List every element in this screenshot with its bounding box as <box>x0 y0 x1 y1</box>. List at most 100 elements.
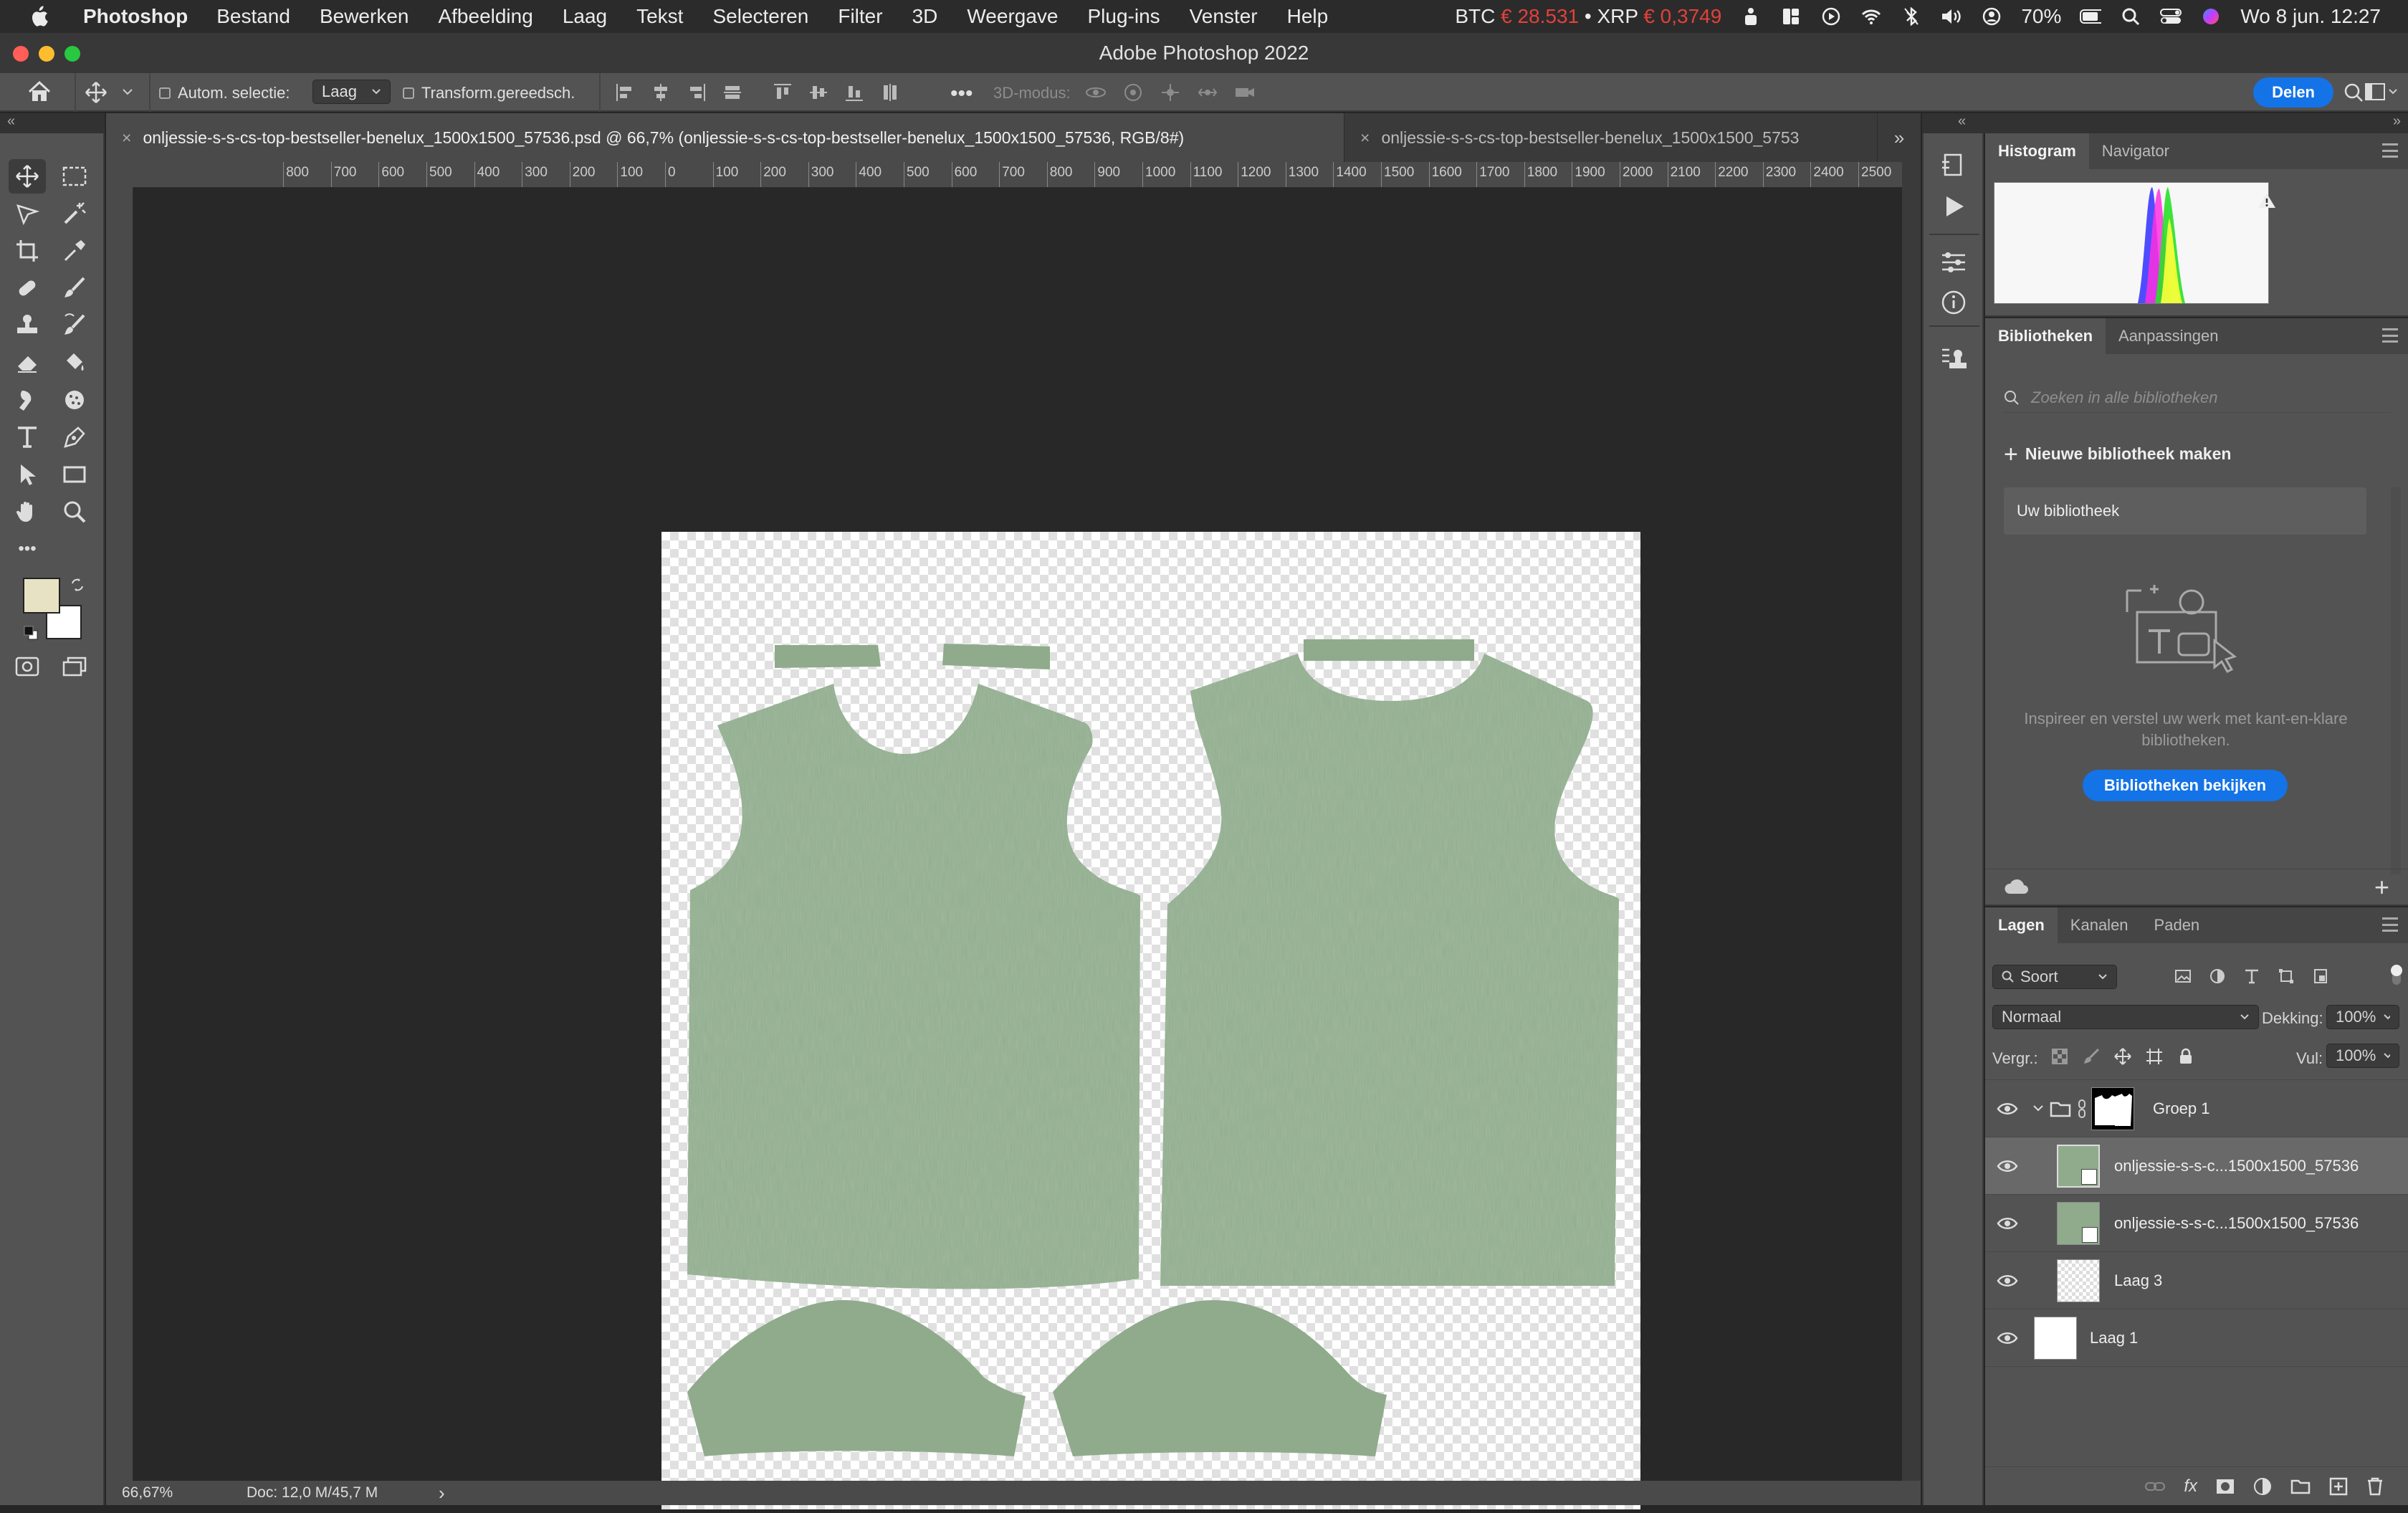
new-library-button[interactable]: + Nieuwe bibliotheek maken <box>2004 442 2231 467</box>
type-filter-icon[interactable] <box>2243 968 2260 985</box>
new-group-icon[interactable] <box>2290 1479 2311 1494</box>
crop-tool[interactable] <box>9 234 46 268</box>
more-options-icon[interactable]: ••• <box>950 82 973 106</box>
menu-item-help[interactable]: Help <box>1287 5 1329 28</box>
layer-row-group[interactable]: Groep 1 <box>1985 1080 2408 1137</box>
panel-collapse-strip[interactable]: «» <box>1922 113 2408 133</box>
visibility-eye-icon[interactable] <box>1997 1330 2018 1347</box>
cache-warning-icon[interactable] <box>2258 192 2276 213</box>
crypto-ticker[interactable]: BTC € 28.531 • XRP € 0,3749 <box>1455 5 1721 28</box>
layer-row-selected[interactable]: onljessie-s-s-c...1500x1500_57536 <box>1985 1137 2408 1195</box>
siri-icon[interactable] <box>2200 6 2222 27</box>
zoom-tool[interactable] <box>56 495 93 529</box>
layer-thumbnail[interactable] <box>2057 1259 2100 1302</box>
lock-all-icon[interactable] <box>2177 1048 2194 1065</box>
distribute-horizontal-icon[interactable] <box>880 82 900 102</box>
rectangle-tool[interactable] <box>56 457 93 492</box>
clone-source-panel-icon[interactable] <box>1939 345 1968 378</box>
auto-select-dropdown[interactable]: Laag <box>312 80 391 104</box>
screen-mode-icon[interactable] <box>56 649 93 684</box>
lock-artboard-icon[interactable] <box>2146 1048 2163 1065</box>
lock-image-pixels-icon[interactable] <box>2083 1048 2100 1065</box>
layer-style-fx-icon[interactable]: fx <box>2184 1476 2197 1497</box>
default-colors-icon[interactable] <box>23 625 39 644</box>
apple-icon[interactable] <box>29 5 54 28</box>
ruler-horizontal[interactable]: 800 700 600 500 400 300 200 100 0 100 200 300 400 500… <box>133 162 1902 188</box>
document-canvas[interactable] <box>661 532 1640 1509</box>
windows-icon[interactable] <box>1780 6 1802 27</box>
hand-tool[interactable] <box>9 495 46 529</box>
visibility-eye-icon[interactable] <box>1997 1215 2018 1232</box>
menubar-datetime[interactable]: Wo 8 jun. 12:27 <box>2240 5 2381 28</box>
canvas-vertical-scrollbar[interactable] <box>1902 162 1921 1481</box>
menu-item-venster[interactable]: Venster <box>1190 5 1258 28</box>
menu-item-weergave[interactable]: Weergave <box>967 5 1058 28</box>
smart-object-thumbnail[interactable] <box>2057 1201 2100 1245</box>
menu-item-plugins[interactable]: Plug-ins <box>1087 5 1160 28</box>
link-icon[interactable] <box>2077 1099 2087 1118</box>
opacity-input[interactable]: 100% <box>2326 1005 2399 1029</box>
layer-filter-dropdown[interactable]: Soort <box>1992 965 2117 989</box>
close-tab-icon[interactable]: × <box>1360 128 1370 148</box>
minimize-window-button[interactable] <box>39 46 54 62</box>
library-search[interactable]: Zoeken in alle bibliotheken <box>2004 383 2391 413</box>
share-button[interactable]: Delen <box>2253 77 2333 108</box>
canvas-area[interactable] <box>133 188 1902 1509</box>
align-right-icon[interactable] <box>687 82 707 102</box>
properties-panel-icon[interactable] <box>1939 248 1968 280</box>
3d-pan-icon[interactable] <box>1160 82 1181 102</box>
wifi-icon[interactable] <box>1860 6 1882 27</box>
layer-row[interactable]: onljessie-s-s-c...1500x1500_57536 <box>1985 1195 2408 1252</box>
marquee-tool[interactable] <box>56 159 93 194</box>
view-libraries-button[interactable]: Bibliotheken bekijken <box>2083 770 2288 801</box>
path-selection-tool[interactable] <box>9 457 46 492</box>
visibility-eye-icon[interactable] <box>1997 1100 2018 1117</box>
align-left-icon[interactable] <box>615 82 635 102</box>
lasso-tool[interactable] <box>9 196 46 231</box>
smart-object-filter-icon[interactable] <box>2312 968 2329 985</box>
visibility-eye-icon[interactable] <box>1997 1158 2018 1175</box>
panel-menu-icon[interactable] <box>2382 917 2398 932</box>
status-menu-icon[interactable]: › <box>439 1482 445 1504</box>
accessibility-icon[interactable] <box>1740 6 1762 27</box>
menu-item-selecteren[interactable]: Selecteren <box>712 5 808 28</box>
document-tab[interactable]: × onljessie-s-s-cs-top-bestseller-benelux… <box>1344 113 1878 162</box>
add-library-item-icon[interactable]: + <box>2374 872 2389 902</box>
sponge-tool[interactable] <box>56 383 93 417</box>
toolbar-collapse-strip[interactable]: « <box>0 113 105 133</box>
tab-layers[interactable]: Lagen <box>1985 907 2058 943</box>
ruler-vertical[interactable] <box>106 188 133 1481</box>
panel-menu-icon[interactable] <box>2382 143 2398 158</box>
tab-libraries[interactable]: Bibliotheken <box>1985 318 2106 354</box>
close-window-button[interactable] <box>13 46 29 62</box>
menu-item-tekst[interactable]: Tekst <box>636 5 683 28</box>
smudge-tool[interactable] <box>9 383 46 417</box>
menu-item-3d[interactable]: 3D <box>912 5 938 28</box>
visibility-eye-icon[interactable] <box>1997 1272 2018 1289</box>
history-brush-tool[interactable] <box>56 308 93 343</box>
auto-select-checkbox[interactable]: Autom. selectie: <box>159 84 290 102</box>
brush-tool[interactable] <box>56 271 93 305</box>
workspace-icon[interactable] <box>2365 82 2398 101</box>
smart-object-thumbnail[interactable] <box>2057 1144 2100 1188</box>
clone-stamp-tool[interactable] <box>9 308 46 343</box>
3d-camera-icon[interactable] <box>1234 82 1256 102</box>
chevron-down-icon[interactable] <box>122 85 133 103</box>
menu-item-bestand[interactable]: Bestand <box>216 5 290 28</box>
3d-orbit-icon[interactable] <box>1085 82 1107 102</box>
shape-filter-icon[interactable] <box>2278 968 2295 985</box>
close-tab-icon[interactable]: × <box>122 128 131 148</box>
layer-thumbnail[interactable] <box>2034 1316 2077 1360</box>
pen-tool[interactable] <box>56 420 93 454</box>
info-panel-icon[interactable] <box>1939 288 1968 320</box>
new-layer-icon[interactable] <box>2329 1477 2348 1496</box>
zoom-window-button[interactable] <box>64 46 80 62</box>
transform-controls-checkbox[interactable]: Transform.gereedsch. <box>403 84 575 102</box>
bluetooth-off-icon[interactable] <box>1901 6 1922 27</box>
menu-item-bewerken[interactable]: Bewerken <box>320 5 409 28</box>
align-top-icon[interactable] <box>773 82 793 102</box>
lock-position-icon[interactable] <box>2114 1048 2131 1065</box>
lock-transparent-pixels-icon[interactable] <box>2051 1048 2068 1065</box>
tab-channels[interactable]: Kanalen <box>2058 907 2141 943</box>
move-tool[interactable] <box>9 159 46 194</box>
